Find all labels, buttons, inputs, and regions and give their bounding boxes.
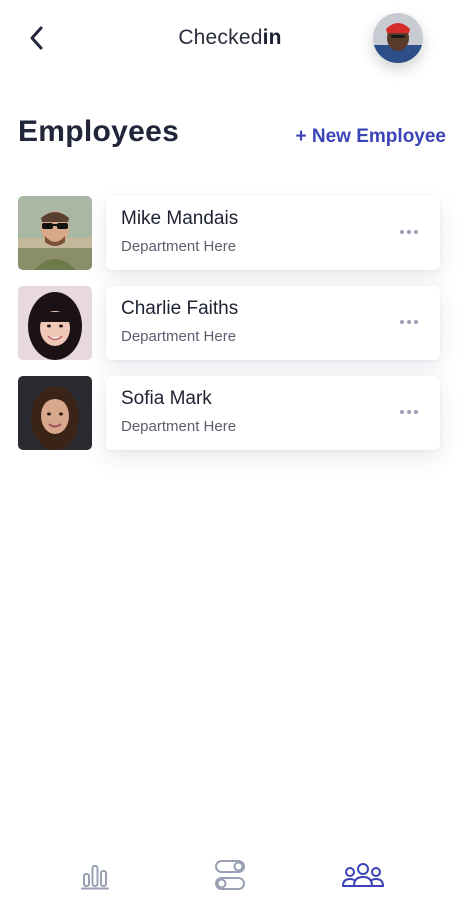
user-avatar[interactable]: [373, 13, 423, 63]
employee-department: Department Here: [121, 328, 237, 345]
users-group-icon: [342, 863, 384, 887]
list-item: Sofia Mark Department Here: [18, 376, 440, 451]
man-sunglasses-photo: [18, 196, 92, 270]
employee-name: Charlie Faiths: [121, 298, 239, 319]
employee-photo[interactable]: [18, 286, 92, 360]
brand-regular: Checked: [178, 26, 263, 49]
more-options-icon[interactable]: [400, 410, 418, 414]
nav-item-stats[interactable]: [70, 855, 120, 895]
employee-name: Mike Mandais: [121, 208, 239, 229]
top-bar: Checkedin: [0, 0, 460, 80]
brand-bold: in: [262, 26, 282, 49]
page-title: Employees: [18, 115, 180, 148]
toggles-icon: [215, 860, 245, 890]
more-options-icon[interactable]: [400, 320, 418, 324]
avatar-image: [373, 13, 423, 63]
list-item: Charlie Faiths Department Here: [18, 286, 440, 361]
nav-item-toggles[interactable]: [205, 855, 255, 895]
employee-photo[interactable]: [18, 196, 92, 270]
employee-department: Department Here: [121, 418, 237, 435]
new-employee-button[interactable]: + New Employee: [296, 126, 446, 148]
employee-list: Mike Mandais Department Here Charlie Fai…: [18, 196, 440, 466]
employee-name: Sofia Mark: [121, 388, 212, 409]
bar-chart-icon: [81, 865, 109, 890]
nav-item-employees[interactable]: [338, 855, 388, 895]
list-item: Mike Mandais Department Here: [18, 196, 440, 271]
bottom-navigation: [0, 855, 460, 900]
employee-department: Department Here: [121, 238, 237, 255]
employee-card[interactable]: Mike Mandais Department Here: [106, 196, 440, 270]
page-header: Employees + New Employee: [18, 115, 446, 155]
employee-card[interactable]: Sofia Mark Department Here: [106, 376, 440, 450]
more-options-icon[interactable]: [400, 230, 418, 234]
woman-dark-hair-photo: [18, 376, 92, 450]
woman-bangs-photo: [18, 286, 92, 360]
employee-card[interactable]: Charlie Faiths Department Here: [106, 286, 440, 360]
employee-photo[interactable]: [18, 376, 92, 450]
